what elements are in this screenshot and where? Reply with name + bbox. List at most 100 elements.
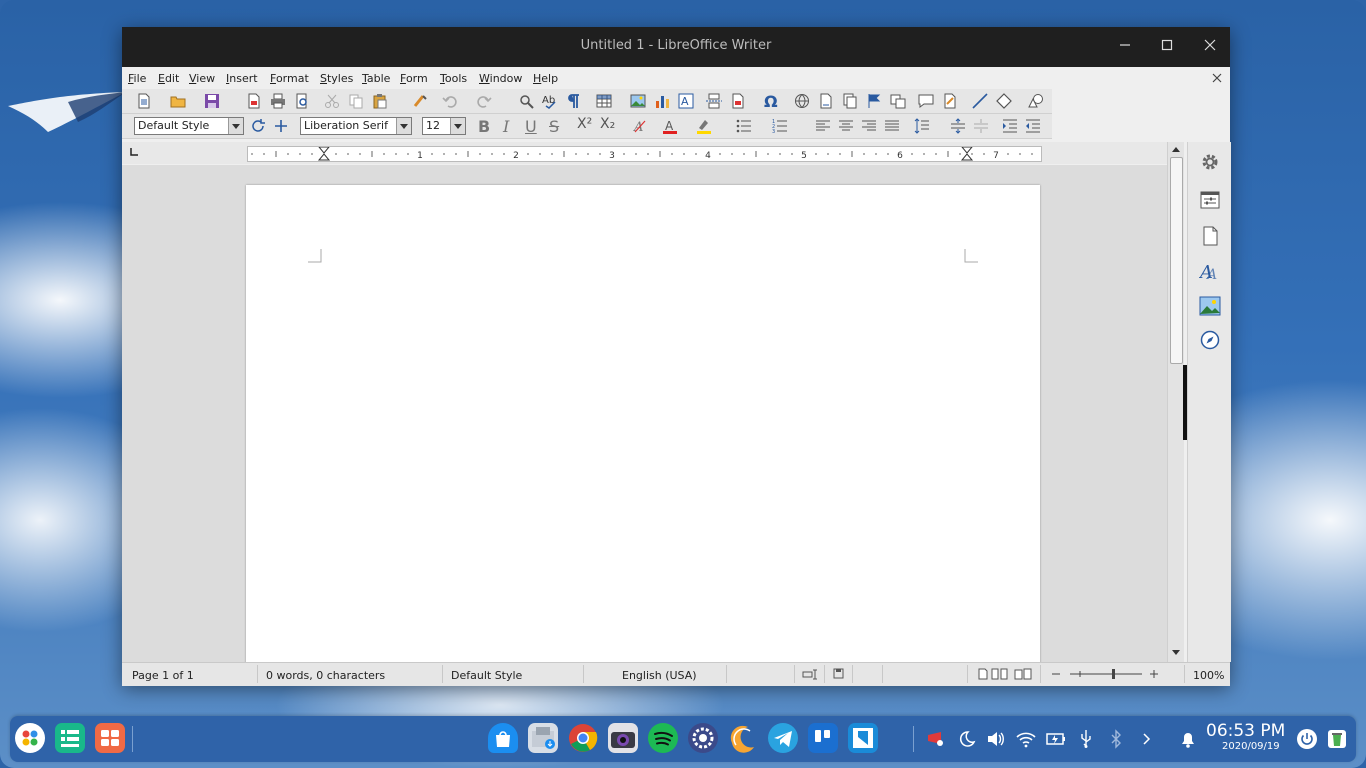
close-button[interactable] xyxy=(1197,35,1223,59)
line-spacing-icon[interactable] xyxy=(914,118,930,134)
track-changes-icon[interactable] xyxy=(942,93,958,109)
clone-formatting-icon[interactable] xyxy=(412,93,428,109)
shutter-tray-icon[interactable] xyxy=(926,729,946,749)
volume-icon[interactable] xyxy=(986,729,1006,749)
insert-cross-reference-icon[interactable] xyxy=(890,93,906,109)
tray-expand-icon[interactable] xyxy=(1136,729,1156,749)
insert-image-icon[interactable] xyxy=(630,93,646,109)
insert-mode-icon[interactable] xyxy=(802,669,820,680)
deepin-music-icon[interactable] xyxy=(728,723,758,753)
align-left-icon[interactable] xyxy=(815,118,831,134)
unordered-list-icon[interactable] xyxy=(736,118,752,134)
zoom-level[interactable]: 100% xyxy=(1193,669,1224,682)
print-preview-icon[interactable] xyxy=(294,93,310,109)
multitasking-view-icon[interactable] xyxy=(55,723,85,753)
scroll-up-icon[interactable] xyxy=(1171,145,1181,153)
formatting-marks-icon[interactable] xyxy=(566,93,582,109)
menu-tools[interactable]: Tools xyxy=(440,72,467,85)
notification-bell-icon[interactable] xyxy=(1178,729,1198,749)
launcher-icon[interactable] xyxy=(15,723,45,753)
align-right-icon[interactable] xyxy=(861,118,877,134)
vertical-scrollbar[interactable] xyxy=(1167,142,1184,662)
font-name-combo[interactable]: Liberation Serif xyxy=(300,117,412,135)
special-character-icon[interactable]: Ω xyxy=(763,93,779,109)
strikethrough-button[interactable]: S xyxy=(549,117,565,136)
print-icon[interactable] xyxy=(270,93,286,109)
scroll-down-icon[interactable] xyxy=(1171,649,1181,657)
horizontal-ruler[interactable]: 1 2 3 4 5 6 7 xyxy=(247,146,1042,162)
single-page-view-icon[interactable] xyxy=(978,668,988,680)
new-style-icon[interactable] xyxy=(273,118,289,134)
maximize-button[interactable] xyxy=(1154,35,1180,59)
redo-icon[interactable] xyxy=(476,93,492,109)
chevron-down-icon[interactable] xyxy=(450,118,465,134)
chrome-icon[interactable] xyxy=(568,723,598,753)
menu-window[interactable]: Window xyxy=(479,72,522,85)
bluetooth-icon[interactable] xyxy=(1106,729,1126,749)
insert-page-break-icon[interactable] xyxy=(706,93,722,109)
clock-date[interactable]: 2020/09/19 xyxy=(1222,741,1280,752)
increase-paragraph-spacing-icon[interactable] xyxy=(950,118,966,134)
paste-icon[interactable] xyxy=(372,93,388,109)
close-document-icon[interactable] xyxy=(1212,73,1222,83)
power-icon[interactable] xyxy=(1296,728,1317,749)
minimize-button[interactable] xyxy=(1112,35,1138,59)
chevron-down-icon[interactable] xyxy=(396,118,411,134)
styles-icon[interactable]: AA xyxy=(1199,260,1221,282)
document-canvas[interactable] xyxy=(122,165,1167,662)
insert-line-icon[interactable] xyxy=(972,93,988,109)
update-style-icon[interactable] xyxy=(250,118,266,134)
ordered-list-icon[interactable]: 123 xyxy=(772,118,788,134)
insert-field-icon[interactable] xyxy=(730,93,746,109)
justify-icon[interactable] xyxy=(884,118,900,134)
control-center-icon[interactable] xyxy=(688,723,718,753)
gear-icon[interactable] xyxy=(1200,152,1220,172)
menu-styles[interactable]: Styles xyxy=(320,72,353,85)
menu-file[interactable]: File xyxy=(128,72,146,85)
book-view-icon[interactable] xyxy=(1014,668,1032,680)
find-replace-icon[interactable] xyxy=(518,93,534,109)
increase-indent-icon[interactable] xyxy=(1002,118,1018,134)
chevron-down-icon[interactable] xyxy=(228,118,243,134)
trash-icon[interactable] xyxy=(1326,728,1346,748)
page-style[interactable]: Default Style xyxy=(451,669,522,682)
document-modified-icon[interactable] xyxy=(833,668,844,679)
page-count[interactable]: Page 1 of 1 xyxy=(132,669,194,682)
document-language[interactable]: English (USA) xyxy=(622,669,697,682)
spotify-icon[interactable] xyxy=(648,723,678,753)
show-draw-functions-icon[interactable] xyxy=(1028,93,1044,109)
subscript-button[interactable]: X₂ xyxy=(600,116,620,132)
align-center-icon[interactable] xyxy=(838,118,854,134)
export-pdf-icon[interactable] xyxy=(246,93,262,109)
libreoffice-writer-icon[interactable] xyxy=(848,723,878,753)
word-count[interactable]: 0 words, 0 characters xyxy=(266,669,385,682)
workspace-view-icon[interactable] xyxy=(95,723,125,753)
properties-icon[interactable] xyxy=(1200,190,1220,210)
file-manager-icon[interactable] xyxy=(528,723,558,753)
scrollbar-thumb[interactable] xyxy=(1170,157,1183,364)
bold-button[interactable]: B xyxy=(478,117,494,136)
menu-form[interactable]: Form xyxy=(400,72,428,85)
clock-time[interactable]: 06:53 PM xyxy=(1206,721,1285,741)
menu-view[interactable]: View xyxy=(189,72,215,85)
insert-table-icon[interactable] xyxy=(596,93,612,109)
undo-icon[interactable] xyxy=(442,93,458,109)
save-icon[interactable] xyxy=(204,93,220,109)
insert-bookmark-icon[interactable] xyxy=(866,93,882,109)
page-icon[interactable] xyxy=(1200,226,1220,246)
right-indent-marker[interactable] xyxy=(960,146,974,161)
menu-help[interactable]: Help xyxy=(533,72,558,85)
camera-icon[interactable] xyxy=(608,723,638,753)
document-page[interactable] xyxy=(246,185,1040,662)
highlight-color-icon[interactable] xyxy=(696,118,712,134)
insert-textbox-icon[interactable]: A xyxy=(678,93,694,109)
open-folder-icon[interactable] xyxy=(170,93,186,109)
insert-chart-icon[interactable] xyxy=(654,93,670,109)
menu-edit[interactable]: Edit xyxy=(158,72,179,85)
usb-icon[interactable] xyxy=(1076,729,1096,749)
italic-button[interactable]: I xyxy=(503,117,519,136)
tab-stop-selector-icon[interactable] xyxy=(130,148,138,156)
decrease-paragraph-spacing-icon[interactable] xyxy=(973,118,989,134)
clear-formatting-icon[interactable]: A xyxy=(632,118,648,134)
app-store-icon[interactable] xyxy=(488,723,518,753)
